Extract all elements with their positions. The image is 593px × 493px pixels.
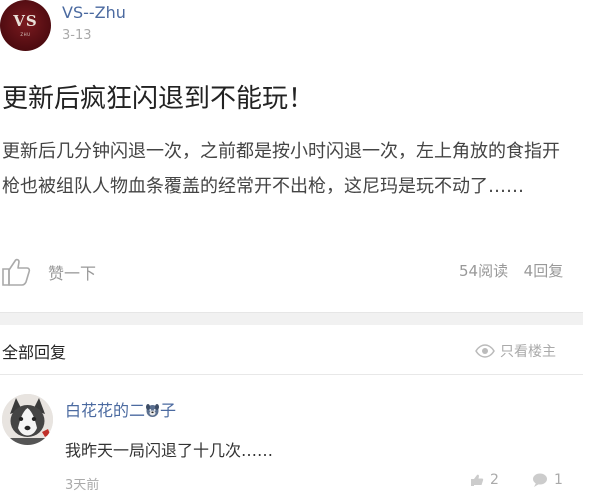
author-name[interactable]: VS--Zhu: [62, 3, 126, 22]
divider-line: [0, 374, 583, 375]
reply-count[interactable]: 4回复: [524, 262, 564, 280]
all-replies-heading: 全部回复: [2, 343, 67, 362]
like-button[interactable]: 赞一下: [48, 260, 96, 284]
author-avatar[interactable]: VS ZHU: [0, 0, 51, 51]
thumb-up-icon[interactable]: [0, 254, 34, 288]
thumb-up-icon: [471, 474, 484, 486]
dog-emoji-icon: [146, 404, 160, 417]
reply-like-count: 2: [490, 472, 499, 488]
post-stats: 54阅读 4回复: [459, 260, 563, 281]
reply-content: 我昨天一局闪退了十几次……: [65, 441, 274, 460]
reply-author-name[interactable]: 白花花的二 子: [65, 397, 176, 421]
avatar-logo-subtext: ZHU: [20, 32, 31, 37]
reply-timestamp: 3天前: [65, 478, 100, 493]
post-date: 3-13: [62, 28, 92, 43]
reply-like-button[interactable]: 2: [470, 472, 499, 488]
eye-icon: [475, 344, 495, 358]
reply-author-name-suffix: 子: [160, 401, 177, 420]
view-count: 54阅读: [459, 262, 509, 280]
reply-avatar[interactable]: [2, 394, 53, 445]
husky-avatar-image: [2, 394, 53, 445]
reply-comment-count: 1: [554, 472, 563, 488]
avatar-logo-text: VS: [13, 12, 38, 30]
owner-only-label: 只看楼主: [500, 344, 556, 360]
owner-only-toggle[interactable]: 只看楼主: [475, 341, 556, 361]
reply-author-name-prefix: 白花花的二: [65, 401, 146, 420]
post-title: 更新后疯狂闪退到不能玩！: [2, 84, 315, 114]
post-body: 更新后几分钟闪退一次，之前都是按小时闪退一次，左上角放的食指开枪也被组队人物血条…: [2, 141, 560, 197]
section-divider: [0, 312, 583, 325]
comment-bubble-icon: [533, 473, 547, 487]
reply-comment-button[interactable]: 1: [532, 472, 563, 488]
